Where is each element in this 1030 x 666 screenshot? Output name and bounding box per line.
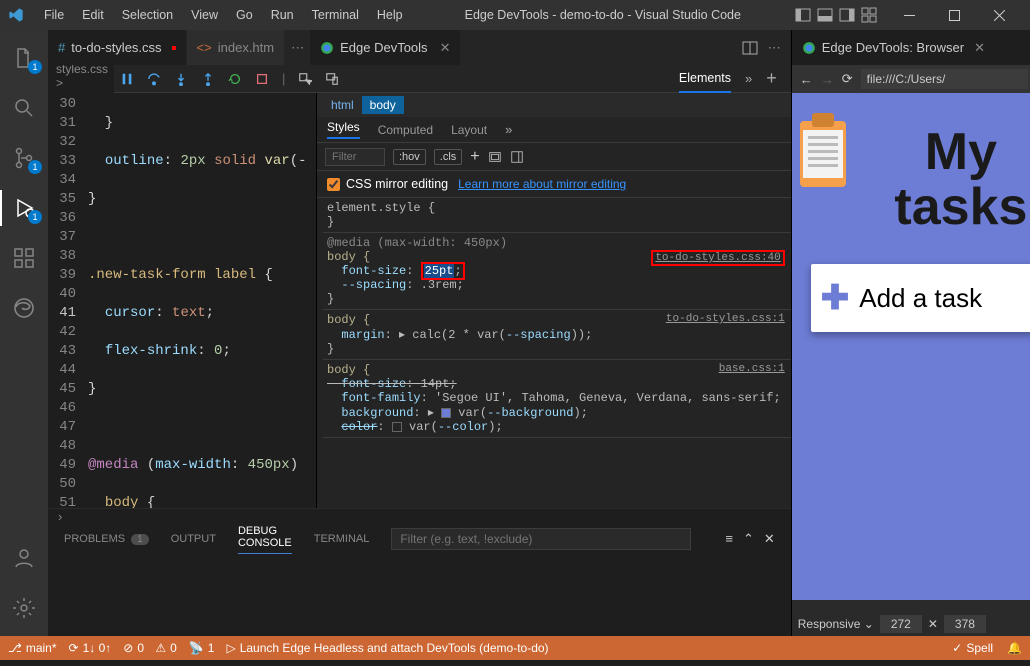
maximize-button[interactable] <box>932 0 977 30</box>
cls-toggle[interactable]: .cls <box>434 149 463 165</box>
edge-icon[interactable] <box>0 290 48 326</box>
devtools-tab-elements[interactable]: Elements <box>679 65 731 93</box>
step-out-icon[interactable] <box>201 72 215 86</box>
step-into-icon[interactable] <box>174 72 188 86</box>
breadcrumb-body[interactable]: body <box>362 96 404 114</box>
menu-go[interactable]: Go <box>228 4 261 26</box>
plus-icon[interactable]: + <box>766 68 777 89</box>
explorer-icon[interactable]: 1 <box>0 40 48 76</box>
step-over-icon[interactable] <box>147 72 161 86</box>
code-editor[interactable]: 3031323334353637383940414243444546474849… <box>48 93 316 508</box>
restart-icon[interactable] <box>228 72 242 86</box>
ports-indicator[interactable]: 📡1 <box>189 641 215 655</box>
menu-run[interactable]: Run <box>263 4 302 26</box>
tab-debug-console[interactable]: DEBUG CONSOLE <box>238 525 292 554</box>
back-icon[interactable]: ← <box>800 72 813 87</box>
status-bar: ⎇main* ⟳1↓ 0↑ ⊘0 ⚠0 📡1 ▷Launch Edge Head… <box>0 636 1030 660</box>
url-input[interactable] <box>861 69 1028 89</box>
menu-edit[interactable]: Edit <box>74 4 112 26</box>
edge-icon <box>802 41 816 55</box>
breadcrumb-html[interactable]: html <box>323 96 362 114</box>
styles-filter-input[interactable] <box>325 148 385 166</box>
sync-indicator[interactable]: ⟳1↓ 0↑ <box>69 641 112 655</box>
horizontal-scrollbar[interactable] <box>792 600 1030 612</box>
menu-file[interactable]: File <box>36 4 72 26</box>
chevrons-icon[interactable]: » <box>745 71 752 86</box>
activity-bar: 1 1 1 <box>0 30 48 636</box>
browser-viewport[interactable]: My tasks ✚ Add a task <box>792 93 1030 600</box>
responsive-dropdown[interactable]: Responsive ⌄ <box>798 617 874 631</box>
devtools-panel: html body Styles Computed Layout » :hov … <box>316 93 791 508</box>
computed-tab[interactable]: Computed <box>378 123 433 137</box>
search-icon[interactable] <box>0 90 48 126</box>
stop-icon[interactable] <box>255 72 269 86</box>
tab-problems[interactable]: PROBLEMS1 <box>64 533 149 545</box>
mirror-checkbox[interactable]: CSS mirror editing <box>327 177 448 191</box>
extensions-icon[interactable] <box>0 240 48 276</box>
title-bar: File Edit Selection View Go Run Terminal… <box>0 0 1030 30</box>
plus-icon: ✚ <box>821 278 850 318</box>
mirror-learn-more-link[interactable]: Learn more about mirror editing <box>458 177 626 191</box>
account-icon[interactable] <box>0 540 48 576</box>
tab-terminal[interactable]: TERMINAL <box>314 533 370 545</box>
tab-devtools[interactable]: Edge DevTools✕ <box>310 30 461 65</box>
add-task-button[interactable]: ✚ Add a task <box>811 264 1030 332</box>
menu-view[interactable]: View <box>183 4 226 26</box>
tab-output[interactable]: OUTPUT <box>171 533 216 545</box>
problems-indicator[interactable]: ⊘0 ⚠0 <box>123 641 177 655</box>
breadcrumb[interactable]: styles.css > <box>48 65 114 87</box>
source-link[interactable]: to-do-styles.css:1 <box>666 313 785 325</box>
split-icon[interactable] <box>742 40 758 56</box>
layout-controls[interactable] <box>795 7 877 23</box>
maximize-panel-icon[interactable]: ⌃ <box>743 531 754 547</box>
forward-icon: → <box>821 72 834 87</box>
chevrons-icon[interactable]: » <box>505 122 512 137</box>
browser-pane: Edge DevTools: Browser✕ ⋯ ← → ⟳ /Doc My … <box>791 30 1030 636</box>
editor-tabs: #to-do-styles.css <>index.htm ⋯ Edge Dev… <box>48 30 791 65</box>
clipboard-icon <box>800 121 846 187</box>
edge-icon <box>320 41 334 55</box>
more-icon[interactable]: ⋯ <box>768 40 781 56</box>
menu-terminal[interactable]: Terminal <box>304 4 367 26</box>
layout-tab[interactable]: Layout <box>451 123 487 137</box>
source-control-icon[interactable]: 1 <box>0 140 48 176</box>
menu-selection[interactable]: Selection <box>114 4 181 26</box>
notifications-icon[interactable]: 🔔 <box>1007 641 1022 655</box>
new-rule-icon[interactable]: + <box>470 148 479 166</box>
reload-icon[interactable]: ⟳ <box>842 71 853 87</box>
page-heading: My tasks <box>870 125 1030 234</box>
hov-toggle[interactable]: :hov <box>393 149 426 165</box>
close-button[interactable] <box>977 0 1022 30</box>
viewport-height-input[interactable] <box>944 615 986 633</box>
menu-help[interactable]: Help <box>369 4 411 26</box>
device-icon[interactable] <box>325 72 339 86</box>
computed-toggle-icon[interactable] <box>488 150 502 164</box>
run-debug-icon[interactable]: 1 <box>0 190 48 226</box>
tab-browser[interactable]: Edge DevTools: Browser✕ <box>792 30 1030 65</box>
source-link[interactable]: to-do-styles.css:40 <box>651 250 784 266</box>
source-link[interactable]: base.css:1 <box>719 363 785 375</box>
viewport-width-input[interactable] <box>880 615 922 633</box>
tab-styles[interactable]: #to-do-styles.css <box>48 30 187 65</box>
spell-indicator[interactable]: ✓Spell <box>952 641 993 655</box>
launch-config-indicator[interactable]: ▷Launch Edge Headless and attach DevTool… <box>226 641 548 655</box>
settings-gear-icon[interactable] <box>0 590 48 626</box>
console-filter-input[interactable] <box>391 528 691 550</box>
pause-icon[interactable] <box>120 72 134 86</box>
minimize-button[interactable] <box>887 0 932 30</box>
styles-tab[interactable]: Styles <box>327 120 360 139</box>
filter-icon[interactable]: ≡ <box>725 531 733 547</box>
tab-index[interactable]: <>index.htm <box>187 30 286 65</box>
close-panel-icon[interactable]: ✕ <box>764 531 775 547</box>
window-title: Edge DevTools - demo-to-do - Visual Stud… <box>413 8 793 22</box>
inspect-icon[interactable] <box>298 72 312 86</box>
toggle-panel-icon[interactable] <box>510 150 524 164</box>
bottom-panel: › PROBLEMS1 OUTPUT DEBUG CONSOLE TERMINA… <box>48 508 791 636</box>
vscode-logo-icon <box>8 7 24 23</box>
branch-indicator[interactable]: ⎇main* <box>8 641 57 655</box>
